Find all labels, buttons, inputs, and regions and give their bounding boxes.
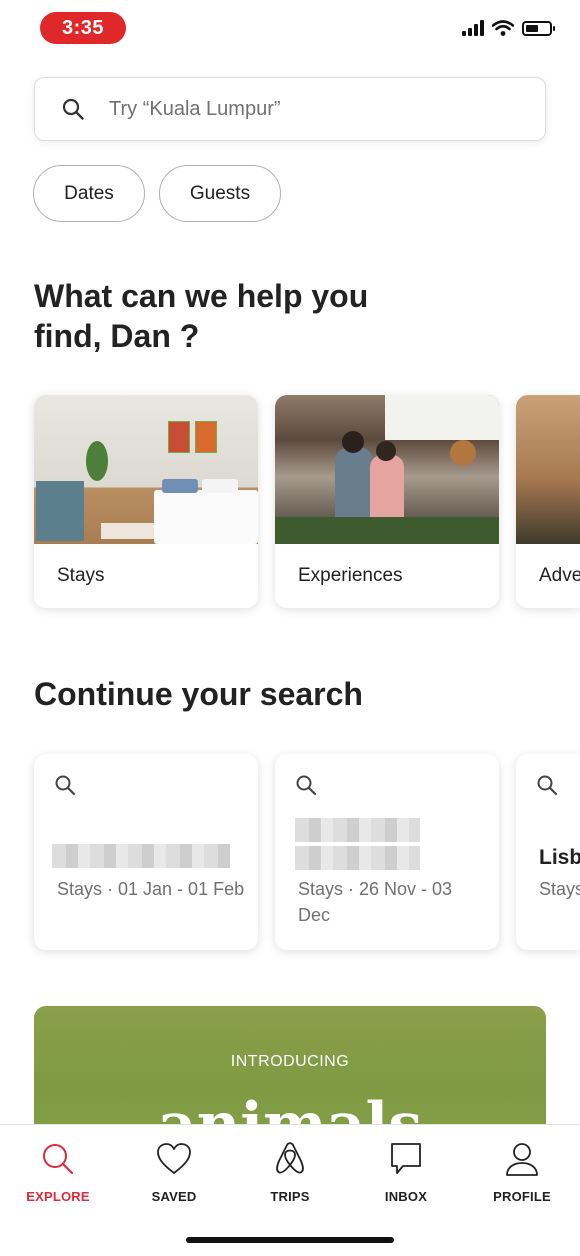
tab-label: INBOX	[384, 1189, 428, 1204]
search-bar[interactable]: Try “Kuala Lumpur”	[34, 77, 546, 141]
search-icon	[55, 775, 76, 796]
heart-icon	[157, 1143, 191, 1174]
status-icons	[462, 20, 555, 36]
category-label-stays: Stays	[57, 565, 105, 586]
airbnb-logo-icon	[276, 1142, 304, 1174]
redacted-location	[52, 844, 230, 868]
tab-label: PROFILE	[493, 1189, 551, 1204]
category-label-experiences: Experiences	[298, 565, 403, 586]
dates-filter-button[interactable]: Dates	[33, 165, 145, 222]
status-time: 3:35	[40, 12, 126, 44]
category-card-stays[interactable]: Stays	[34, 395, 258, 608]
tab-explore[interactable]: EXPLORE	[3, 1137, 113, 1204]
stays-photo	[34, 395, 258, 544]
category-card-adventures[interactable]: Adve	[516, 395, 580, 608]
banner-intro: INTRODUCING	[230, 1053, 350, 1070]
tab-profile[interactable]: PROFILE	[467, 1137, 577, 1204]
tab-inbox[interactable]: INBOX	[351, 1137, 461, 1204]
recent-search-card[interactable]: Stays · 01 Jan - 01 Feb	[34, 754, 258, 950]
search-icon	[296, 775, 317, 796]
search-dates: Stays · 01 Jan - 01 Feb	[57, 879, 245, 899]
recent-search-card[interactable]: Stays · 26 Nov - 03 Dec	[275, 754, 499, 950]
tab-saved[interactable]: SAVED	[119, 1137, 229, 1204]
search-icon	[537, 775, 558, 796]
redacted-location	[295, 818, 420, 842]
cellular-signal-icon	[462, 20, 484, 36]
help-heading: What can we help you find, Dan ?	[34, 278, 369, 354]
guests-filter-button[interactable]: Guests	[159, 165, 281, 222]
tab-label: EXPLORE	[26, 1189, 90, 1204]
category-card-experiences[interactable]: Experiences	[275, 395, 499, 608]
experiences-photo	[275, 395, 499, 544]
battery-icon	[522, 20, 555, 36]
message-icon	[391, 1143, 421, 1174]
category-label-adventures: Adve	[539, 565, 580, 586]
search-dates: Stays · 26 Nov - 03 Dec	[298, 879, 453, 925]
recent-search-card[interactable]: Lisb Stays · 03 De	[516, 754, 580, 950]
search-icon	[43, 1144, 74, 1175]
search-dates: Stays · 03 De	[539, 879, 580, 899]
search-place: Lisb	[539, 846, 580, 869]
tab-label: SAVED	[151, 1189, 197, 1204]
tab-trips[interactable]: TRIPS	[235, 1137, 345, 1204]
home-indicator[interactable]	[186, 1237, 394, 1243]
wifi-icon	[492, 20, 514, 36]
adventures-photo	[516, 395, 580, 544]
continue-search-heading: Continue your search	[34, 676, 363, 712]
redacted-location	[295, 846, 420, 870]
tab-label: TRIPS	[270, 1189, 310, 1204]
search-placeholder: Try “Kuala Lumpur”	[109, 97, 281, 120]
person-icon	[506, 1143, 538, 1176]
search-icon	[62, 98, 84, 120]
